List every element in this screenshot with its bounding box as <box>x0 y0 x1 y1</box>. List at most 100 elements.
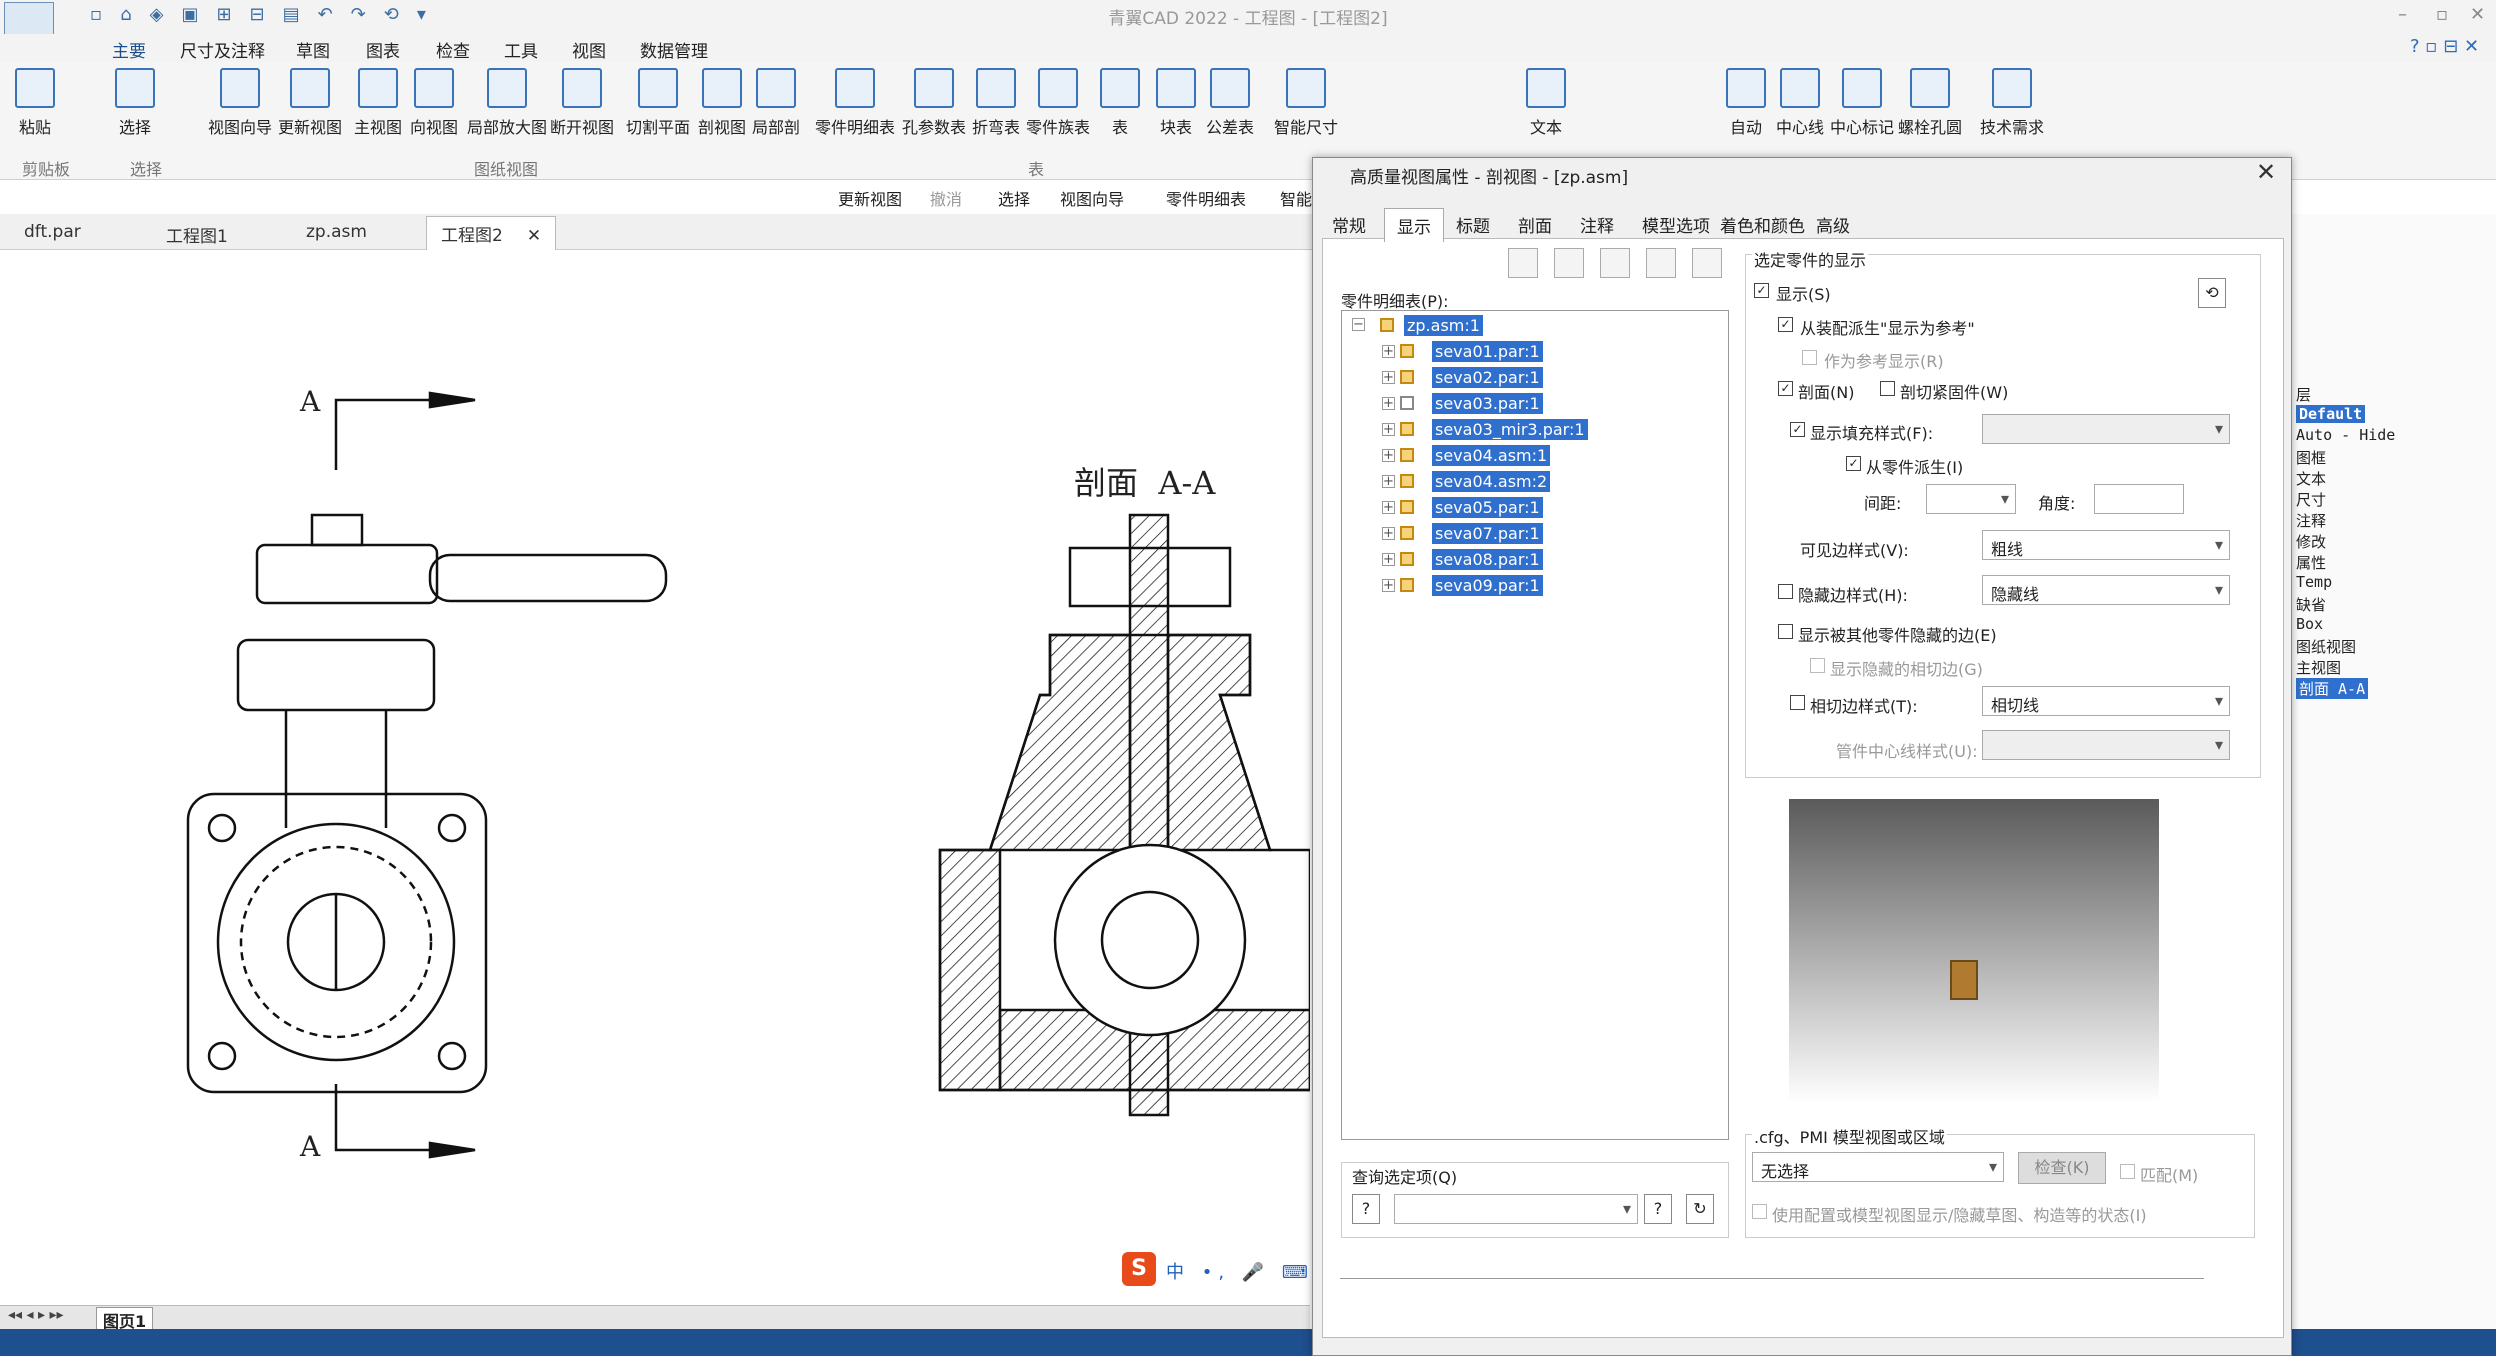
auto-button[interactable]: 自动 <box>1722 68 1770 138</box>
section-view-button[interactable]: 剖视图 <box>694 68 750 138</box>
tree-expand-icon[interactable]: + <box>1382 475 1395 488</box>
layer-section-aa[interactable]: 剖面 A-A <box>2296 678 2369 699</box>
break-view-button[interactable]: 断开视图 <box>546 68 618 138</box>
angle-input[interactable] <box>2094 484 2184 514</box>
use-config-checkbox[interactable] <box>1752 1204 1767 1219</box>
tree-node-seva08[interactable]: seva08.par:1 <box>1432 549 1543 570</box>
as-reference-checkbox[interactable] <box>1802 350 1817 365</box>
text-button[interactable]: 文本 <box>1522 68 1570 138</box>
tab-shading[interactable]: 着色和颜色 <box>1720 212 1805 237</box>
tree-node-seva02[interactable]: seva02.par:1 <box>1432 367 1543 388</box>
tree-tool-5-icon[interactable] <box>1692 248 1722 278</box>
update-view-tool[interactable]: 更新视图 <box>838 186 902 210</box>
layer-annotation[interactable]: 注释 <box>2296 510 2326 531</box>
main-view-button[interactable]: 主视图 <box>350 68 406 138</box>
section-checkbox[interactable]: ✓ <box>1778 381 1793 396</box>
fill-style-select[interactable] <box>1982 414 2230 444</box>
tree-node-seva07[interactable]: seva07.par:1 <box>1432 523 1543 544</box>
menu-check[interactable]: 检查 <box>436 37 470 62</box>
detail-view-button[interactable]: 局部放大图 <box>462 68 552 138</box>
tab-advanced[interactable]: 高级 <box>1816 212 1850 237</box>
tab-general[interactable]: 常规 <box>1332 212 1366 237</box>
tree-tool-2-icon[interactable] <box>1554 248 1584 278</box>
layer-box[interactable]: Box <box>2296 615 2323 633</box>
tab-annotation[interactable]: 注释 <box>1580 212 1614 237</box>
ime-logo-icon[interactable]: S <box>1122 1252 1156 1286</box>
tree-expand-icon[interactable]: + <box>1382 397 1395 410</box>
visible-edge-select[interactable]: 粗线 <box>1982 530 2230 560</box>
tangent-edge-select[interactable]: 相切线 <box>1982 686 2230 716</box>
view-wizard-tool[interactable]: 视图向导 <box>1060 186 1124 210</box>
update-view-button[interactable]: 更新视图 <box>274 68 346 138</box>
reset-display-icon[interactable]: ⟲ <box>2198 278 2226 308</box>
tree-tool-3-icon[interactable] <box>1600 248 1630 278</box>
layer-modify[interactable]: 修改 <box>2296 531 2326 552</box>
layer-main-view[interactable]: 主视图 <box>2296 657 2341 678</box>
undo-tool[interactable]: 撤消 <box>930 186 962 210</box>
page-nav-icon[interactable]: ◂◂ ◂ ▸ ▸▸ <box>8 1307 64 1323</box>
from-part-checkbox[interactable]: ✓ <box>1846 456 1861 471</box>
tree-expand-icon[interactable]: + <box>1382 501 1395 514</box>
tree-expand-icon[interactable]: + <box>1382 371 1395 384</box>
layer-auto-hide[interactable]: Auto - Hide <box>2296 426 2395 444</box>
cutting-plane-button[interactable]: 切割平面 <box>622 68 694 138</box>
show-hidden-tangent-checkbox[interactable] <box>1810 658 1825 673</box>
bend-table-button[interactable]: 折弯表 <box>968 68 1024 138</box>
tree-node-seva04-2[interactable]: seva04.asm:2 <box>1432 471 1551 492</box>
view-wizard-button[interactable]: 视图向导 <box>204 68 276 138</box>
tab-drawing1[interactable]: 工程图1 <box>166 222 228 247</box>
tree-collapse-icon[interactable]: − <box>1352 318 1365 331</box>
fill-style-checkbox[interactable]: ✓ <box>1790 422 1805 437</box>
tree-expand-icon[interactable]: + <box>1382 527 1395 540</box>
spacing-input[interactable] <box>1926 484 2016 514</box>
hidden-edge-select[interactable]: 隐藏线 <box>1982 575 2230 605</box>
check-button[interactable]: 检查(K) <box>2018 1152 2106 1184</box>
tree-node-seva03[interactable]: seva03.par:1 <box>1432 393 1543 414</box>
tab-section[interactable]: 剖面 <box>1518 212 1552 237</box>
tab-caption[interactable]: 标题 <box>1456 212 1490 237</box>
tree-expand-icon[interactable]: + <box>1382 345 1395 358</box>
tree-node-root[interactable]: zp.asm:1 <box>1404 315 1483 336</box>
tree-expand-icon[interactable]: + <box>1382 449 1395 462</box>
parts-list-button[interactable]: 零件明细表 <box>814 68 896 138</box>
broken-out-button[interactable]: 局部剖 <box>748 68 804 138</box>
tab-display[interactable]: 显示 <box>1384 208 1444 242</box>
hole-table-button[interactable]: 孔参数表 <box>898 68 970 138</box>
smart-tool[interactable]: 智能 <box>1280 186 1312 210</box>
tree-node-seva05[interactable]: seva05.par:1 <box>1432 497 1543 518</box>
family-table-button[interactable]: 零件族表 <box>1022 68 1094 138</box>
center-mark-button[interactable]: 中心标记 <box>1826 68 1898 138</box>
tab-model-options[interactable]: 模型选项 <box>1642 212 1710 237</box>
show-checkbox[interactable]: ✓ <box>1754 283 1769 298</box>
table-button[interactable]: 表 <box>1100 68 1140 138</box>
menu-chart[interactable]: 图表 <box>366 37 400 62</box>
show-hidden-by-others-checkbox[interactable] <box>1778 624 1793 639</box>
layer-frame[interactable]: 图框 <box>2296 447 2326 468</box>
hidden-edge-checkbox[interactable] <box>1778 584 1793 599</box>
menu-tools[interactable]: 工具 <box>504 37 538 62</box>
layer-text[interactable]: 文本 <box>2296 468 2326 489</box>
tab-drawing2[interactable]: 工程图2 ✕ <box>426 216 557 250</box>
centerline-button[interactable]: 中心线 <box>1772 68 1828 138</box>
tree-node-seva09[interactable]: seva09.par:1 <box>1432 575 1543 596</box>
tree-expand-icon[interactable]: + <box>1382 579 1395 592</box>
tree-expand-icon[interactable]: + <box>1382 423 1395 436</box>
minimize-icon[interactable]: – <box>2398 4 2407 25</box>
direction-view-button[interactable]: 向视图 <box>406 68 462 138</box>
help-icon[interactable]: ? ▫ ⊟ ✕ <box>2410 36 2479 57</box>
tree-node-seva04-1[interactable]: seva04.asm:1 <box>1432 445 1551 466</box>
tangent-edge-checkbox[interactable] <box>1790 695 1805 710</box>
query-select[interactable] <box>1394 1194 1638 1224</box>
bolt-circle-button[interactable]: 螺栓孔圆 <box>1894 68 1966 138</box>
tree-node-seva03-mir3[interactable]: seva03_mir3.par:1 <box>1432 419 1588 440</box>
query-refresh-icon[interactable]: ↻ <box>1686 1194 1714 1224</box>
parts-list-tool[interactable]: 零件明细表 <box>1166 186 1246 210</box>
cfg-select[interactable]: 无选择 <box>1752 1152 2004 1182</box>
menu-data[interactable]: 数据管理 <box>640 37 708 62</box>
menu-view[interactable]: 视图 <box>572 37 606 62</box>
select-tool[interactable]: 选择 <box>998 186 1030 210</box>
from-assembly-checkbox[interactable]: ✓ <box>1778 317 1793 332</box>
layer-temp[interactable]: Temp <box>2296 573 2332 591</box>
smart-dimension-button[interactable]: 智能尺寸 <box>1270 68 1342 138</box>
layer-drawing-views[interactable]: 图纸视图 <box>2296 636 2356 657</box>
